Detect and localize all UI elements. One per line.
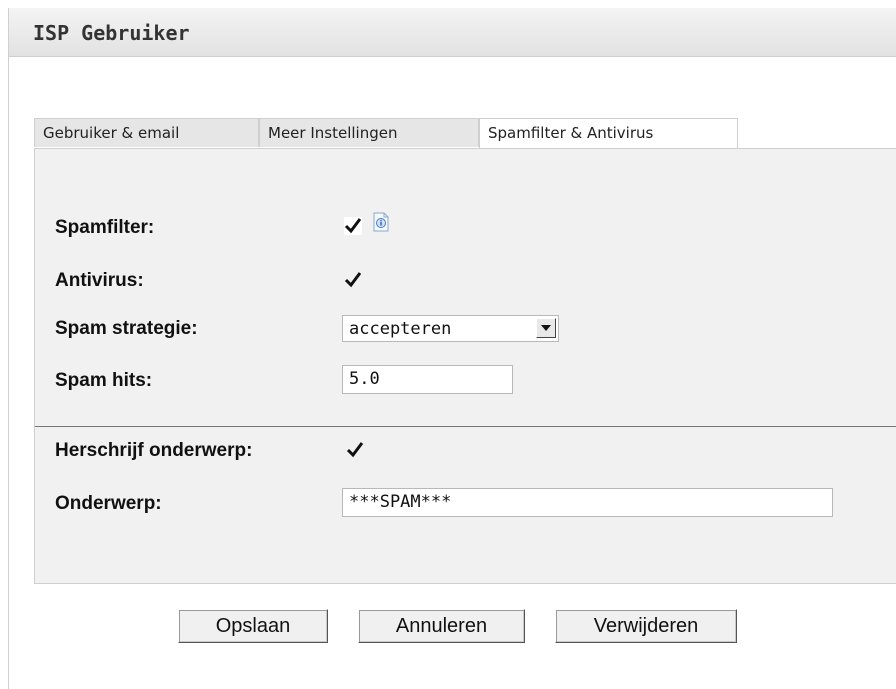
divider	[35, 426, 896, 427]
spam-strategy-select[interactable]: accepteren	[342, 315, 559, 342]
user-panel: ISP Gebruiker Gebruiker & email Meer Ins…	[8, 8, 896, 689]
tab-user-email[interactable]: Gebruiker & email	[34, 118, 259, 147]
rewrite-subject-label: Herschrijf onderwerp:	[55, 440, 253, 461]
spam-hits-input[interactable]: 5.0	[342, 365, 513, 394]
spamfilter-checkbox[interactable]	[343, 216, 363, 236]
panel-header: ISP Gebruiker	[9, 8, 896, 57]
tab-content: Spamfilter: Antivirus: Spam strategie: a…	[34, 148, 896, 584]
spam-strategy-value: accepteren	[349, 319, 452, 339]
dropdown-button[interactable]	[536, 318, 556, 338]
info-icon[interactable]	[373, 212, 389, 232]
delete-button[interactable]: Verwijderen	[555, 609, 737, 643]
spam-hits-label: Spam hits:	[55, 370, 153, 391]
checkmark-icon	[346, 442, 364, 458]
cancel-button[interactable]: Annuleren	[358, 609, 525, 643]
triangle-down-icon	[541, 325, 551, 331]
save-button[interactable]: Opslaan	[178, 609, 328, 643]
spamfilter-label: Spamfilter:	[55, 217, 155, 238]
spam-strategy-label: Spam strategie:	[55, 318, 198, 339]
tab-more-settings[interactable]: Meer Instellingen	[259, 118, 479, 147]
page-title: ISP Gebruiker	[33, 21, 190, 45]
antivirus-checkbox[interactable]	[343, 270, 363, 290]
subject-label: Onderwerp:	[55, 493, 162, 514]
subject-input[interactable]: ***SPAM***	[342, 488, 833, 517]
tab-spamfilter-antivirus[interactable]: Spamfilter & Antivirus	[479, 118, 738, 149]
antivirus-label: Antivirus:	[55, 270, 144, 291]
checkmark-icon	[344, 272, 362, 288]
rewrite-subject-checkbox[interactable]	[345, 440, 365, 460]
checkmark-icon	[343, 216, 363, 236]
